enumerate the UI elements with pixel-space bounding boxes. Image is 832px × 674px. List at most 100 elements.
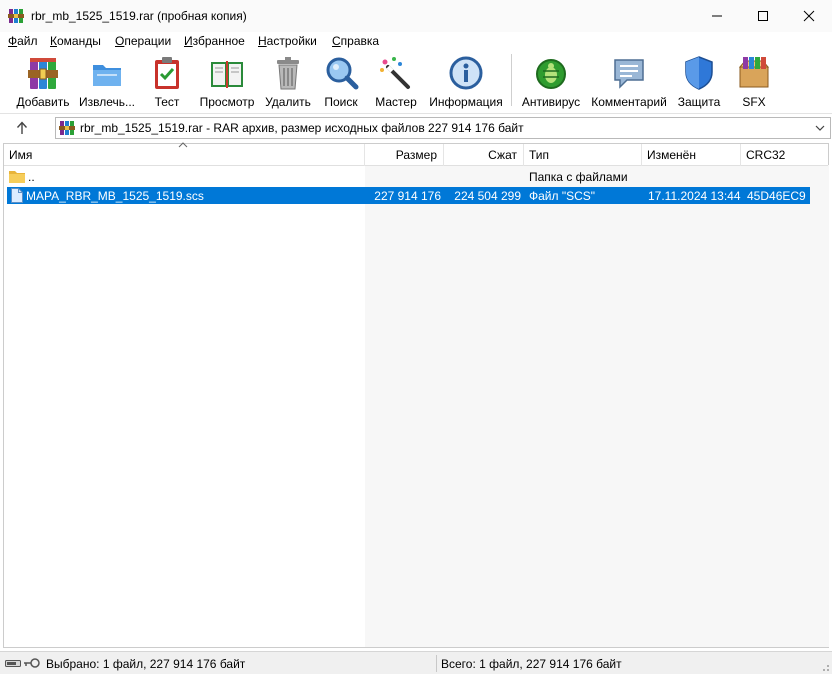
column-header-label: Размер — [395, 148, 437, 162]
toolbar-label: Мастер — [375, 95, 417, 109]
view-book-icon — [211, 61, 243, 88]
test-clipboard-icon — [155, 57, 179, 89]
column-header-label: Изменён — [647, 148, 696, 162]
magnifier-icon — [326, 57, 359, 90]
sfx-box-icon — [738, 57, 770, 88]
comment-icon — [614, 59, 644, 89]
arrow-up-icon — [16, 121, 28, 134]
toolbar-label: Извлечь... — [78, 95, 135, 109]
trash-icon — [277, 57, 299, 90]
menu-label: перации — [124, 34, 172, 48]
cell-type: Файл "SCS" — [529, 189, 596, 203]
test-button[interactable]: Тест — [148, 53, 186, 109]
close-icon — [803, 10, 815, 22]
key-icon[interactable] — [23, 656, 41, 670]
cell-crc: 45D46EC9 — [747, 189, 806, 203]
menu-access-key: С — [332, 34, 341, 48]
menu-access-key: К — [50, 34, 57, 48]
protect-button[interactable]: Защита — [676, 53, 722, 109]
status-selected: Выбрано: 1 файл, 227 914 176 байт — [46, 657, 246, 671]
menu-settings[interactable]: Настройки — [258, 34, 317, 48]
antivirus-bug-icon — [536, 59, 566, 89]
list-header: Имя Размер Сжат Тип Изменён CRC32 — [4, 142, 828, 166]
folder-icon — [9, 171, 25, 183]
sort-ascending-icon — [178, 142, 188, 148]
wizard-button[interactable]: Мастер — [373, 53, 419, 109]
column-header-packed[interactable]: Сжат — [444, 144, 524, 166]
info-button[interactable]: Информация — [427, 53, 505, 109]
title-bar: rbr_mb_1525_1519.rar (пробная копия) — [0, 0, 832, 32]
column-header-modified[interactable]: Изменён — [642, 144, 741, 166]
menu-label: збранное — [192, 34, 245, 48]
menu-access-key: О — [115, 34, 125, 48]
close-button[interactable] — [786, 0, 832, 32]
menu-access-key: И — [184, 34, 193, 48]
maximize-icon — [758, 11, 768, 21]
column-header-label: Сжат — [488, 148, 517, 162]
find-button[interactable]: Поиск — [321, 53, 361, 109]
toolbar-label: Поиск — [324, 95, 358, 109]
menu-label: астройки — [266, 34, 317, 48]
delete-button[interactable]: Удалить — [264, 53, 312, 109]
status-bar: Выбрано: 1 файл, 227 914 176 байт Всего:… — [0, 651, 832, 674]
window-title: rbr_mb_1525_1519.rar (пробная копия) — [31, 9, 247, 23]
menu-operations[interactable]: Операции — [115, 34, 171, 48]
menu-label: айл — [17, 34, 38, 48]
view-button[interactable]: Просмотр — [197, 53, 257, 109]
maximize-button[interactable] — [740, 0, 786, 32]
menu-commands[interactable]: Команды — [50, 34, 101, 48]
list-row-file[interactable]: MAPA_RBR_MB_1525_1519.scs 227 914 176 22… — [7, 187, 810, 204]
column-header-label: Имя — [9, 148, 33, 162]
toolbar-label: Комментарий — [591, 95, 667, 109]
address-field[interactable]: rbr_mb_1525_1519.rar - RAR архив, размер… — [55, 117, 831, 139]
toolbar-separator — [511, 54, 512, 106]
cell-name: MAPA_RBR_MB_1525_1519.scs — [26, 189, 204, 203]
column-header-label: CRC32 — [746, 148, 786, 162]
toolbar-label: Информация — [429, 95, 503, 109]
minimize-icon — [712, 15, 722, 17]
address-dropdown-button[interactable] — [812, 120, 828, 136]
column-header-crc[interactable]: CRC32 — [741, 144, 828, 166]
column-header-type[interactable]: Тип — [524, 144, 642, 166]
rar-archive-icon — [59, 121, 75, 135]
wizard-wand-icon — [380, 57, 410, 89]
sfx-button[interactable]: SFX — [732, 53, 776, 109]
cell-name: .. — [28, 170, 35, 184]
column-header-label: Тип — [529, 148, 550, 162]
winrar-app-icon — [8, 9, 24, 23]
status-total: Всего: 1 файл, 227 914 176 байт — [441, 657, 622, 671]
menu-file[interactable]: Файл — [8, 34, 38, 48]
resize-grip-icon[interactable] — [820, 662, 830, 672]
minimize-button[interactable] — [694, 0, 740, 32]
list-row-parent-folder[interactable]: .. Папка с файлами — [7, 168, 810, 185]
address-text: rbr_mb_1525_1519.rar - RAR архив, размер… — [80, 121, 524, 135]
chevron-down-icon — [815, 125, 825, 131]
up-button[interactable] — [12, 119, 32, 137]
info-icon — [449, 56, 483, 90]
extract-folder-icon — [93, 65, 121, 86]
menu-label: оманды — [57, 34, 101, 48]
extract-button[interactable]: Извлечь... — [77, 53, 137, 109]
cell-type: Папка с файлами — [529, 170, 628, 184]
toolbar-label: Тест — [154, 95, 180, 109]
toolbar-label: Добавить — [16, 95, 70, 109]
toolbar-label: Удалить — [265, 95, 311, 109]
menu-label: правка — [340, 34, 380, 48]
file-icon — [11, 188, 23, 203]
antivirus-button[interactable]: Антивирус — [520, 53, 582, 109]
add-button[interactable]: Добавить — [16, 53, 70, 109]
column-header-name[interactable]: Имя — [4, 142, 365, 166]
column-header-size[interactable]: Размер — [365, 144, 444, 166]
menu-favorites[interactable]: Избранное — [184, 34, 245, 48]
cell-packed: 224 504 299 — [454, 189, 521, 203]
shield-icon — [685, 56, 713, 90]
comment-button[interactable]: Комментарий — [590, 53, 668, 109]
menu-help[interactable]: Справка — [332, 34, 379, 48]
menu-bar: Файл Команды Операции Избранное Настройк… — [0, 32, 832, 50]
file-list[interactable]: Имя Размер Сжат Тип Изменён CRC32 .. Пап… — [3, 142, 829, 648]
toolbar-label: Антивирус — [521, 95, 581, 109]
menu-access-key: Ф — [8, 34, 18, 48]
drive-icon[interactable] — [5, 657, 21, 669]
list-background — [365, 165, 829, 647]
toolbar-label: SFX — [742, 95, 766, 109]
